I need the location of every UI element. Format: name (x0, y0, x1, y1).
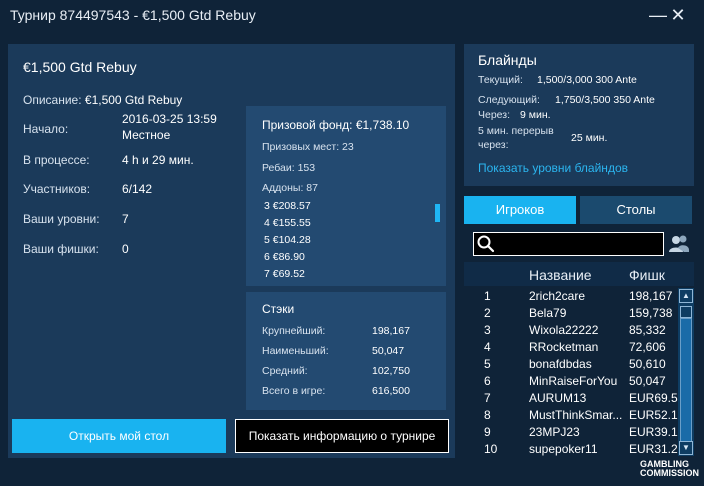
window-title: Турнир 874497543 - €1,500 Gtd Rebuy (10, 7, 256, 23)
participants-label: Участников: (23, 182, 91, 196)
players-scrollbar-thumb[interactable] (680, 318, 692, 442)
table-row[interactable]: 4 RRocketman 72,606 (464, 339, 678, 356)
players-table-header: Название Фишк (464, 262, 694, 286)
players-table-body: 1 2rich2care 198,167 2 Bela79 159,738 3 … (464, 288, 678, 458)
stacks-title: Стэки (262, 302, 295, 316)
participants-value: 6/142 (122, 182, 153, 196)
chips-label: Ваши фишки: (23, 242, 99, 256)
show-blind-levels-link[interactable]: Показать уровни блайндов (478, 161, 628, 175)
addons-count: Аддоны: 87 (262, 182, 318, 194)
start-timezone: Местное (122, 128, 171, 142)
current-blind-value: 1,500/3,000 300 Ante (537, 74, 637, 86)
smallest-label: Наименьший: (262, 345, 329, 357)
player-search-input[interactable] (473, 232, 664, 256)
payout-row: 6 €86.90 (264, 251, 305, 263)
table-row[interactable]: 8 MustThinkSmar... EUR52.1 (464, 407, 678, 424)
title-bar: Турнир 874497543 - €1,500 Gtd Rebuy — ✕ (0, 0, 704, 32)
tournament-info-panel: €1,500 Gtd Rebuy Описание: €1,500 Gtd Re… (8, 44, 455, 458)
break-label-cont: через: (478, 139, 509, 151)
average-label: Средний: (262, 365, 308, 377)
levels-value: 7 (122, 212, 129, 226)
blinds-title: Блайнды (478, 52, 537, 68)
prize-places: Призовых мест: 23 (262, 141, 354, 153)
scroll-box[interactable] (680, 306, 692, 318)
largest-value: 198,167 (372, 325, 410, 337)
total-label: Всего в игре: (262, 385, 326, 397)
next-blind-label: Следующий: (478, 94, 540, 106)
smallest-value: 50,047 (372, 345, 405, 357)
table-row[interactable]: 2 Bela79 159,738 (464, 305, 678, 322)
break-label: 5 мин. перерыв (478, 125, 554, 137)
total-value: 616,500 (372, 385, 410, 397)
table-row[interactable]: 3 Wixola22222 85,332 (464, 322, 678, 339)
search-icon (477, 235, 495, 253)
through-label: Через: (478, 109, 511, 121)
description-label: Описание: €1,500 Gtd Rebuy (23, 93, 183, 107)
close-button[interactable]: ✕ (667, 4, 689, 26)
rebuys-count: Ребаи: 153 (262, 162, 316, 174)
prize-pool-title: Призовой фонд: €1,738.10 (262, 118, 410, 132)
payout-row: 7 €69.52 (264, 268, 305, 280)
table-row[interactable]: 6 MinRaiseForYou 50,047 (464, 373, 678, 390)
table-row[interactable]: 10 supepoker11 EUR31.2 (464, 441, 678, 458)
largest-label: Крупнейший: (262, 325, 326, 337)
col-chips[interactable]: Фишк (629, 267, 665, 283)
col-name: Название (529, 267, 592, 283)
running-value: 4 h и 29 мин. (122, 153, 194, 167)
running-label: В процессе: (23, 153, 90, 167)
payout-row: 4 €155.55 (264, 217, 311, 229)
table-row[interactable]: 5 bonafdbdas 50,610 (464, 356, 678, 373)
table-row[interactable]: 1 2rich2care 198,167 (464, 288, 678, 305)
through-value: 9 мин. (520, 109, 551, 121)
start-date: 2016-03-25 13:59 (122, 112, 217, 126)
scroll-up-arrow[interactable]: ▲ (679, 289, 693, 303)
tab-players[interactable]: Игроков (464, 196, 576, 224)
find-player-icon[interactable] (668, 233, 690, 255)
current-blind-label: Текущий: (478, 74, 523, 86)
break-value: 25 мин. (571, 132, 608, 144)
gambling-commission-logo: GAMBLING COMMISSION (640, 459, 700, 478)
minimize-button[interactable]: — (647, 4, 669, 26)
open-my-table-button[interactable]: Открыть мой стол (12, 419, 226, 453)
tournament-name: €1,500 Gtd Rebuy (23, 59, 137, 75)
blinds-panel: Блайнды Текущий: 1,500/3,000 300 Ante Сл… (464, 44, 694, 186)
payout-row: 5 €104.28 (264, 234, 311, 246)
table-row[interactable]: 9 23MPJ23 EUR39.1 (464, 424, 678, 441)
levels-label: Ваши уровни: (23, 212, 100, 226)
prize-pool-box: Призовой фонд: €1,738.10 Призовых мест: … (246, 106, 446, 286)
start-label: Начало: (23, 122, 69, 136)
show-tournament-info-button[interactable]: Показать информацию о турнире (235, 419, 449, 453)
prize-scrollbar[interactable] (435, 204, 440, 222)
stacks-box: Стэки Крупнейший: 198,167 Наименьший: 50… (246, 292, 446, 410)
chips-value: 0 (122, 242, 129, 256)
next-blind-value: 1,750/3,500 350 Ante (555, 94, 655, 106)
tab-tables[interactable]: Столы (580, 196, 692, 224)
average-value: 102,750 (372, 365, 410, 377)
scroll-down-arrow[interactable]: ▼ (679, 441, 693, 455)
payout-row: 3 €208.57 (264, 200, 311, 212)
table-row[interactable]: 7 AURUM13 EUR69.5 (464, 390, 678, 407)
